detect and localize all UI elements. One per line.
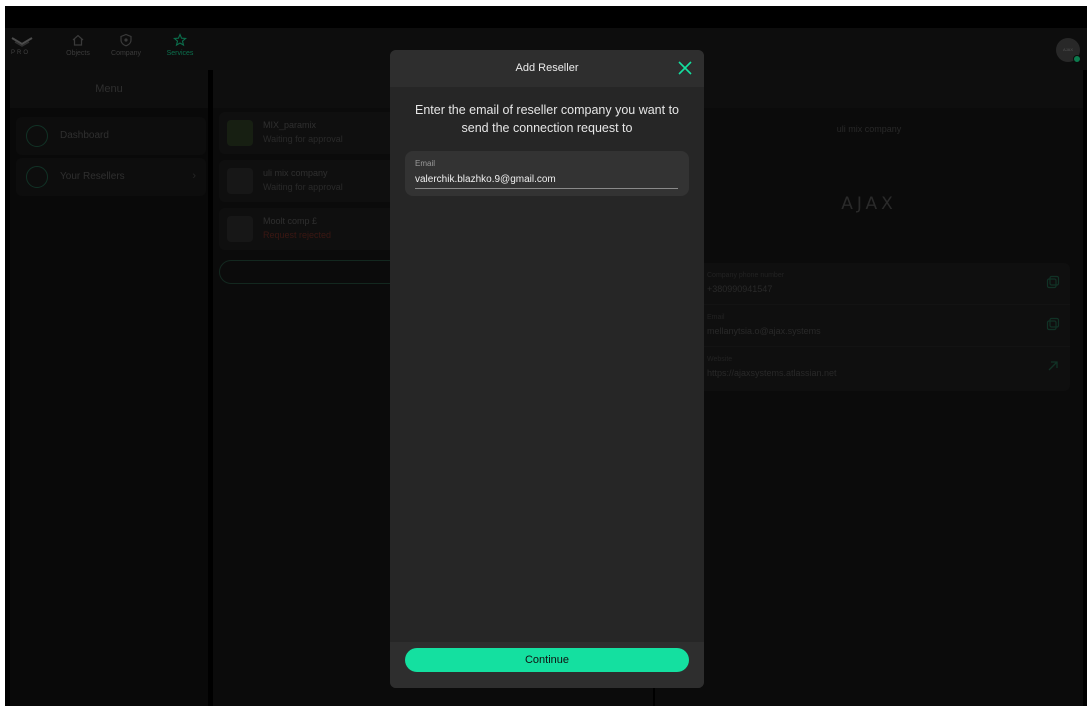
close-icon[interactable] xyxy=(676,59,694,77)
modal-header: Add Reseller xyxy=(390,50,704,87)
email-input[interactable] xyxy=(415,171,678,189)
email-field[interactable]: Email xyxy=(405,151,689,196)
app-window: PRO Objects Company Services AJAX Menu D… xyxy=(5,6,1087,706)
modal-title: Add Reseller xyxy=(515,62,579,74)
email-field-label: Email xyxy=(415,159,436,168)
modal-prompt: Enter the email of reseller company you … xyxy=(414,103,680,135)
continue-button[interactable]: Continue xyxy=(405,648,689,672)
add-reseller-modal: Add Reseller Enter the email of reseller… xyxy=(390,50,704,688)
modal-footer: Continue xyxy=(390,642,704,688)
